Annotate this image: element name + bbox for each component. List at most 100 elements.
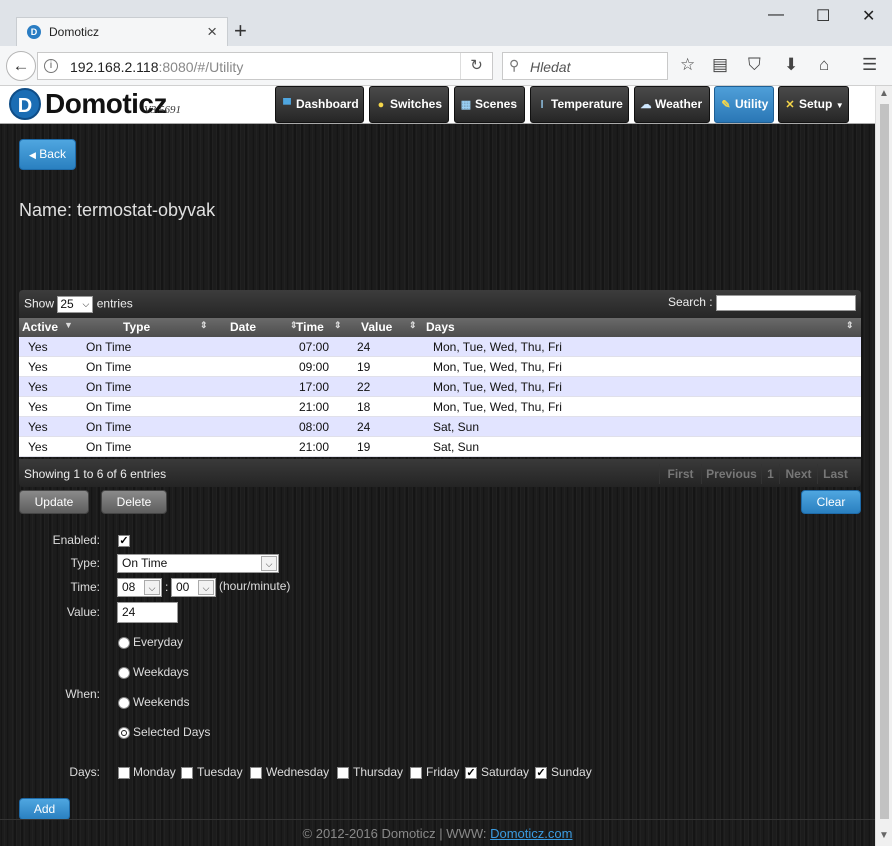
time-label: Time:: [70, 580, 100, 594]
table-row[interactable]: Yes On Time 07:00 24 Mon, Tue, Wed, Thu, Fri: [19, 337, 861, 357]
cloud-rain-icon: ☁: [640, 99, 652, 111]
pager-page-1[interactable]: 1: [761, 464, 779, 484]
minute-select[interactable]: 00 ⌵: [171, 578, 216, 597]
table-row[interactable]: Yes On Time 21:00 18 Mon, Tue, Wed, Thu, Fri: [19, 397, 861, 417]
site-info-icon[interactable]: i: [44, 59, 58, 73]
day-wednesday-checkbox[interactable]: [250, 767, 262, 779]
table-row[interactable]: Yes On Time 09:00 19 Mon, Tue, Wed, Thu, Fri: [19, 357, 861, 377]
value-input[interactable]: 24: [117, 602, 178, 623]
chevron-down-icon: ⌵: [82, 299, 90, 309]
page-footer: © 2012-2016 Domoticz | WWW: Domoticz.com: [0, 819, 875, 846]
day-sunday-checkbox[interactable]: ✓: [535, 767, 547, 779]
col-days[interactable]: Days ⇕: [426, 320, 858, 334]
value-label: Value:: [66, 605, 100, 619]
nav-temperature[interactable]: ǀ Temperature: [530, 86, 629, 123]
pager-previous[interactable]: Previous: [701, 464, 761, 484]
back-button[interactable]: ◀ Back: [19, 139, 76, 170]
nav-switches[interactable]: ● Switches: [369, 86, 449, 123]
enabled-checkbox[interactable]: ✓: [118, 535, 130, 547]
type-select[interactable]: On Time ⌵: [117, 554, 279, 573]
sort-icon: ⇕: [334, 320, 342, 330]
pocket-icon[interactable]: ⛉: [748, 55, 761, 75]
table-row[interactable]: Yes On Time 17:00 22 Mon, Tue, Wed, Thu, Fri: [19, 377, 861, 397]
col-active[interactable]: Active ▼: [22, 320, 73, 334]
lightbulb-icon: ●: [377, 99, 385, 111]
day-friday-checkbox[interactable]: [410, 767, 422, 779]
search-icon: ⚲: [509, 57, 520, 73]
day-thursday-checkbox[interactable]: [337, 767, 349, 779]
when-label: When:: [65, 687, 100, 701]
delete-button[interactable]: Delete: [101, 490, 167, 514]
browser-back-icon[interactable]: ←: [6, 51, 36, 81]
nav-setup[interactable]: ✕ Setup ▼: [778, 86, 849, 123]
close-tab-icon[interactable]: ×: [207, 22, 217, 42]
monitor-icon: ▀: [283, 99, 291, 111]
table-search-input[interactable]: [716, 295, 856, 311]
menu-icon[interactable]: ☰: [862, 55, 877, 75]
minimize-icon[interactable]: —: [768, 6, 784, 24]
add-button[interactable]: Add: [19, 798, 70, 820]
home-icon[interactable]: ⌂: [819, 55, 829, 75]
radio-weekends[interactable]: [118, 697, 130, 709]
radio-selected-days[interactable]: [118, 727, 130, 739]
hour-select[interactable]: 08 ⌵: [117, 578, 162, 597]
thermometer-icon: ǀ: [540, 99, 544, 111]
col-date[interactable]: Date ⇕: [230, 320, 302, 334]
domoticz-link[interactable]: Domoticz.com: [490, 826, 572, 841]
clear-button[interactable]: Clear: [801, 490, 861, 514]
bookmark-star-icon[interactable]: ☆: [680, 55, 695, 75]
address-bar[interactable]: i 192.168.2.118:8080/#/Utility ↻: [37, 52, 493, 80]
nav-weather[interactable]: ☁ Weather: [634, 86, 710, 123]
app-header: D Domoticz V3.5691 ▀ Dashboard ● Switches …: [0, 86, 875, 124]
browser-tab[interactable]: D Domoticz ×: [16, 17, 228, 46]
page-scrollbar[interactable]: ▲ ▼: [875, 86, 892, 846]
day-monday-checkbox[interactable]: [118, 767, 130, 779]
copyright-text: © 2012-2016 Domoticz | WWW:: [302, 826, 491, 841]
scroll-down-icon[interactable]: ▼: [879, 830, 889, 841]
reload-icon[interactable]: ↻: [460, 53, 492, 79]
chevron-down-icon: ⌵: [144, 580, 160, 595]
col-type[interactable]: Type ⇕: [123, 320, 213, 334]
browser-titlebar: D Domoticz × + — ☐ ✕: [0, 0, 892, 46]
tab-title: Domoticz: [49, 25, 100, 39]
days-label: Days:: [69, 765, 100, 779]
browser-search-input[interactable]: ⚲ Hledat: [502, 52, 668, 80]
new-tab-icon[interactable]: +: [234, 18, 247, 44]
scroll-up-icon[interactable]: ▲: [879, 88, 889, 99]
nav-dashboard[interactable]: ▀ Dashboard: [275, 86, 364, 123]
table-row[interactable]: Yes On Time 21:00 19 Sat, Sun: [19, 437, 861, 457]
maximize-icon[interactable]: ☐: [816, 6, 830, 26]
domoticz-favicon-icon: D: [27, 25, 41, 39]
browser-navbar: ← i 192.168.2.118:8080/#/Utility ↻ ⚲ Hle…: [0, 46, 892, 86]
chevron-left-icon: ◀: [29, 150, 36, 160]
radio-everyday[interactable]: [118, 637, 130, 649]
update-button[interactable]: Update: [19, 490, 89, 514]
col-time[interactable]: Time ⇕: [296, 320, 346, 334]
table-row[interactable]: Yes On Time 08:00 24 Sat, Sun: [19, 417, 861, 437]
page-length-select[interactable]: 25 ⌵: [57, 296, 94, 313]
sort-icon: ⇕: [200, 320, 208, 330]
download-icon[interactable]: ⬇: [784, 55, 798, 75]
day-tuesday-checkbox[interactable]: [181, 767, 193, 779]
pager-first[interactable]: First: [659, 464, 701, 484]
nav-utility[interactable]: ✎ Utility: [714, 86, 774, 123]
window-close-icon[interactable]: ✕: [862, 6, 875, 26]
col-value[interactable]: Value ⇕: [361, 320, 421, 334]
day-saturday-checkbox[interactable]: ✓: [465, 767, 477, 779]
table-body: Yes On Time 07:00 24 Mon, Tue, Wed, Thu, Fri…: [19, 337, 861, 457]
pencil-icon: ✎: [721, 99, 731, 111]
domoticz-logo-icon: D: [9, 88, 41, 120]
chevron-down-icon: ⌵: [261, 556, 277, 571]
radio-weekdays[interactable]: [118, 667, 130, 679]
chevron-down-icon: ⌵: [198, 580, 214, 595]
pager-last[interactable]: Last: [817, 464, 853, 484]
type-label: Type:: [70, 556, 100, 570]
scrollbar-thumb[interactable]: [880, 104, 889, 819]
pager-next[interactable]: Next: [779, 464, 817, 484]
chevron-down-icon: ▼: [835, 101, 844, 110]
table-toolbar: Show 25 ⌵ entries Search :: [19, 290, 861, 318]
page-length-control: Show 25 ⌵ entries: [24, 296, 133, 313]
nav-scenes[interactable]: ▦ Scenes: [454, 86, 525, 123]
reader-view-icon[interactable]: ▤: [712, 55, 728, 75]
table-header: Active ▼ Type ⇕ Date ⇕ Time ⇕ Value ⇕ Days ⇕: [19, 318, 861, 337]
